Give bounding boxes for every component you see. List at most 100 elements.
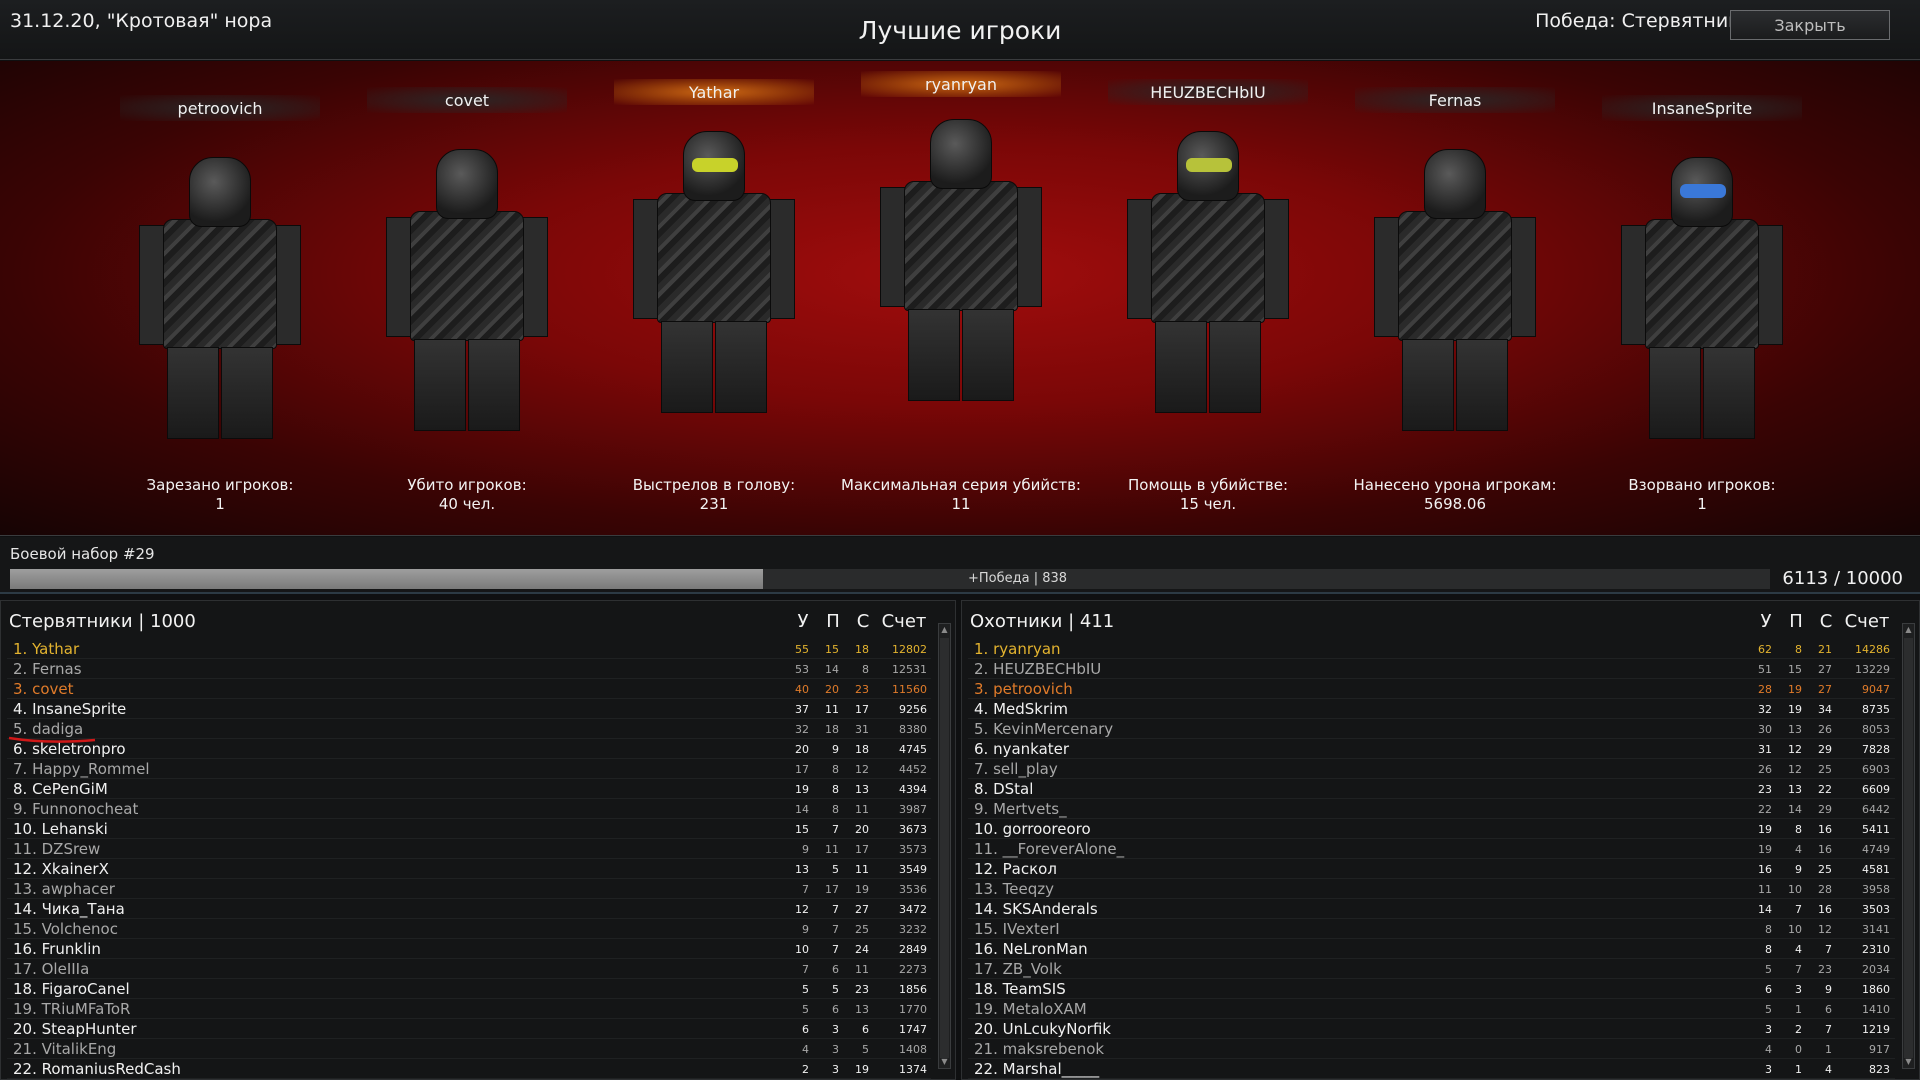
award-value: 5698.06	[1423, 495, 1487, 513]
top-player-name: HEUZBECHbIU	[1108, 79, 1308, 105]
player-row[interactable]: 11. DZSrew 9 11 17 3573	[7, 839, 931, 859]
player-row[interactable]: 22. RomaniusRedCash 2 3 19 1374	[7, 1059, 931, 1079]
player-score: 8735	[1862, 703, 1890, 716]
player-score: 5411	[1862, 823, 1890, 836]
player-row[interactable]: 12. XkainerX 13 5 11 3549	[7, 859, 931, 879]
player-name: 20. SteapHunter	[13, 1020, 137, 1038]
player-row[interactable]: 8. DStal 23 13 22 6609	[968, 779, 1895, 799]
player-row[interactable]: 9. Funnonocheat 14 8 11 3987	[7, 799, 931, 819]
player-kills: 5	[802, 983, 809, 996]
col-assists: С	[1819, 611, 1833, 632]
player-deaths: 12	[1788, 743, 1802, 756]
player-row[interactable]: 1. ryanryan 62 8 21 14286	[968, 639, 1895, 659]
player-row[interactable]: 9. Mertvets_ 22 14 29 6442	[968, 799, 1895, 819]
player-row[interactable]: 14. SKSAnderals 14 7 16 3503	[968, 899, 1895, 919]
player-row[interactable]: 2. Fernas 53 14 8 12531	[7, 659, 931, 679]
player-kills: 62	[1758, 643, 1772, 656]
award-label: Выстрелов в голову:	[632, 476, 796, 494]
player-row[interactable]: 4. MedSkrim 32 19 34 8735	[968, 699, 1895, 719]
player-row[interactable]: 7. sell_play 26 12 25 6903	[968, 759, 1895, 779]
award-label: Убито игроков:	[407, 476, 527, 494]
scroll-thumb[interactable]	[1904, 638, 1913, 1058]
player-assists: 7	[1825, 1023, 1832, 1036]
player-row[interactable]: 14. Чика_Тана 12 7 27 3472	[7, 899, 931, 919]
player-score: 823	[1869, 1063, 1890, 1076]
player-model-image	[1621, 157, 1783, 447]
player-row[interactable]: 20. UnLcukyNorfik 3 2 7 1219	[968, 1019, 1895, 1039]
col-assists: С	[856, 611, 870, 632]
player-row[interactable]: 16. NeLronMan 8 4 7 2310	[968, 939, 1895, 959]
battle-kit-progress	[10, 569, 1770, 589]
player-score: 3503	[1862, 903, 1890, 916]
player-row[interactable]: 17. OleIIIa 7 6 11 2273	[7, 959, 931, 979]
scroll-down-icon[interactable]: ▼	[939, 1056, 950, 1068]
player-row[interactable]: 12. Раскол 16 9 25 4581	[968, 859, 1895, 879]
player-row[interactable]: 6. nyankater 31 12 29 7828	[968, 739, 1895, 759]
player-row[interactable]: 5. KevinMercenary 30 13 26 8053	[968, 719, 1895, 739]
player-name: 11. __ForeverAlone_	[974, 840, 1125, 858]
player-name: 11. DZSrew	[13, 840, 101, 858]
player-name: 1. Yathar	[13, 640, 80, 658]
player-row[interactable]: 15. IVexterI 8 10 12 3141	[968, 919, 1895, 939]
battle-kit-bonus: +Победа | 838	[968, 571, 1068, 586]
player-deaths: 4	[1795, 943, 1802, 956]
top-player-name: InsaneSprite	[1602, 95, 1802, 121]
player-row[interactable]: 16. Frunklin 10 7 24 2849	[7, 939, 931, 959]
player-deaths: 5	[832, 863, 839, 876]
scroll-down-icon[interactable]: ▼	[1903, 1056, 1914, 1068]
scrollbar[interactable]: ▲ ▼	[938, 623, 951, 1069]
player-name: 18. FigaroCanel	[13, 980, 130, 998]
player-row[interactable]: 10. Lehanski 15 7 20 3673	[7, 819, 931, 839]
top-player-card: petroovich Зарезано игроков: 1	[97, 61, 343, 536]
player-deaths: 1	[1795, 1063, 1802, 1076]
player-row[interactable]: 13. awphacer 7 17 19 3536	[7, 879, 931, 899]
player-model-image	[880, 119, 1042, 409]
player-row[interactable]: 10. gorrooreoro 19 8 16 5411	[968, 819, 1895, 839]
player-row[interactable]: 3. covet 40 20 23 11560	[7, 679, 931, 699]
player-list: 1. ryanryan 62 8 21 14286 2. HEUZBECHbIU 51 15 2…	[968, 639, 1895, 1079]
player-score: 9047	[1862, 683, 1890, 696]
player-row[interactable]: 6. skeletronpro 20 9 18 4745	[7, 739, 931, 759]
player-assists: 21	[1818, 643, 1832, 656]
scroll-thumb[interactable]	[940, 638, 949, 1058]
player-score: 3987	[899, 803, 927, 816]
player-score: 1860	[1862, 983, 1890, 996]
player-row[interactable]: 11. __ForeverAlone_ 19 4 16 4749	[968, 839, 1895, 859]
player-row[interactable]: 20. SteapHunter 6 3 6 1747	[7, 1019, 931, 1039]
player-kills: 5	[1765, 963, 1772, 976]
close-button[interactable]: Закрыть	[1730, 10, 1890, 40]
player-row[interactable]: 1. Yathar 55 15 18 12802	[7, 639, 931, 659]
player-row[interactable]: 2. HEUZBECHbIU 51 15 27 13229	[968, 659, 1895, 679]
player-kills: 9	[802, 843, 809, 856]
scroll-up-icon[interactable]: ▲	[939, 624, 950, 636]
player-row[interactable]: 7. Happy_Rommel 17 8 12 4452	[7, 759, 931, 779]
player-row[interactable]: 18. FigaroCanel 5 5 23 1856	[7, 979, 931, 999]
player-row[interactable]: 4. InsaneSprite 37 11 17 9256	[7, 699, 931, 719]
player-assists: 16	[1818, 903, 1832, 916]
player-row[interactable]: 5. dadiga 32 18 31 8380	[7, 719, 931, 739]
player-row[interactable]: 3. petroovich 28 19 27 9047	[968, 679, 1895, 699]
player-kills: 4	[802, 1043, 809, 1056]
player-row[interactable]: 13. Teeqzy 11 10 28 3958	[968, 879, 1895, 899]
player-row[interactable]: 21. maksrebenok 4 0 1 917	[968, 1039, 1895, 1059]
player-kills: 15	[795, 823, 809, 836]
scrollbar[interactable]: ▲ ▼	[1902, 623, 1915, 1069]
player-row[interactable]: 15. Volchenoc 9 7 25 3232	[7, 919, 931, 939]
scroll-up-icon[interactable]: ▲	[1903, 624, 1914, 636]
player-row[interactable]: 18. TeamSIS 6 3 9 1860	[968, 979, 1895, 999]
top-player-name: ryanryan	[861, 71, 1061, 97]
player-kills: 26	[1758, 763, 1772, 776]
top-player-name: Yathar	[614, 79, 814, 105]
player-row[interactable]: 19. TRiuMFaToR 5 6 13 1770	[7, 999, 931, 1019]
player-row[interactable]: 22. Marshal_____ 3 1 4 823	[968, 1059, 1895, 1079]
player-name: 18. TeamSIS	[974, 980, 1066, 998]
player-row[interactable]: 17. ZB_Volk 5 7 23 2034	[968, 959, 1895, 979]
player-row[interactable]: 19. MetaloXAM 5 1 6 1410	[968, 999, 1895, 1019]
player-score: 13229	[1855, 663, 1890, 676]
player-deaths: 19	[1788, 683, 1802, 696]
header-bar: 31.12.20, "Кротовая" нора Лучшие игроки …	[0, 0, 1920, 60]
player-kills: 9	[802, 923, 809, 936]
award-value: 1	[1697, 495, 1707, 513]
player-row[interactable]: 21. VitalikEng 4 3 5 1408	[7, 1039, 931, 1059]
player-row[interactable]: 8. CePenGiM 19 8 13 4394	[7, 779, 931, 799]
